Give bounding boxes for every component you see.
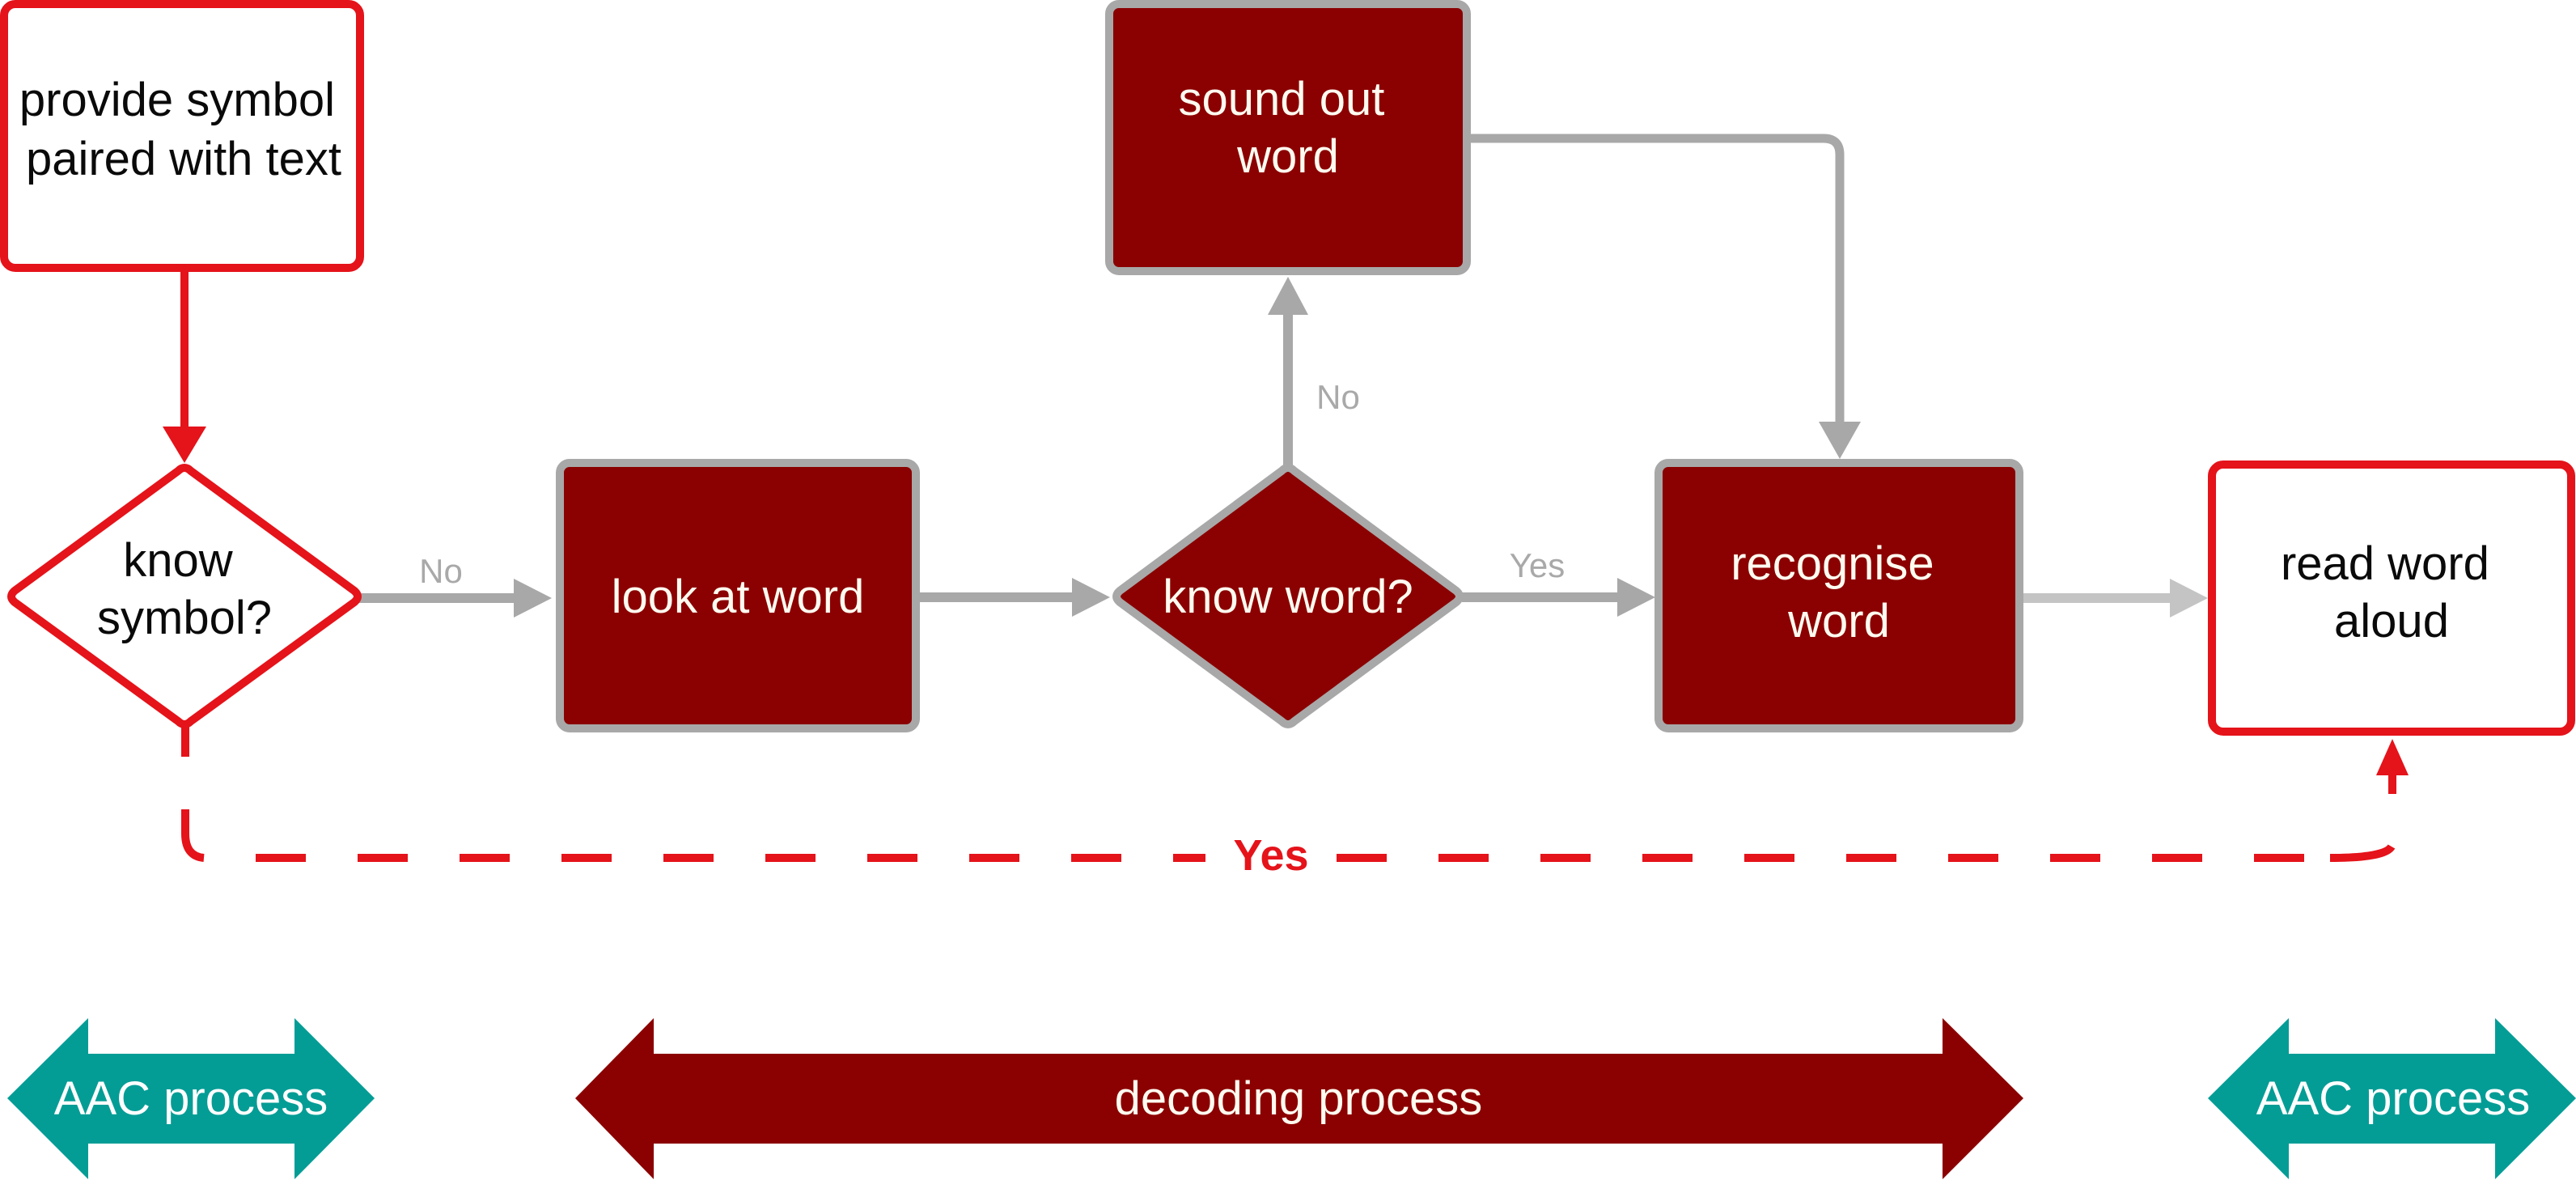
node-recognise-word[interactable]: recognise word	[1654, 459, 2023, 732]
node-label-line: know	[123, 534, 234, 587]
edge-label-yes-word: Yes	[1510, 546, 1566, 584]
node-read-word-aloud[interactable]: read word aloud	[2208, 461, 2575, 736]
node-label-line: aloud	[2334, 595, 2449, 647]
node-label-line: read word	[2281, 537, 2489, 590]
node-provide-symbol[interactable]: provide symbol paired with text	[0, 0, 364, 272]
node-label: look at word	[612, 571, 865, 623]
node-label-line: paired with text	[26, 133, 341, 185]
node-look-at-word[interactable]: look at word	[556, 459, 920, 732]
band-label: AAC process	[2256, 1072, 2530, 1125]
band-label: decoding process	[1115, 1072, 1483, 1125]
node-label-line: recognise	[1731, 537, 1934, 590]
node-sound-out-word[interactable]: sound out word	[1105, 0, 1471, 275]
node-label-line: word	[1787, 595, 1890, 647]
node-label: know word?	[1163, 571, 1413, 623]
edge-label-no-symbol: No	[419, 552, 463, 590]
node-label-line: symbol?	[97, 592, 272, 644]
band-label: AAC process	[54, 1072, 328, 1125]
edge-label-yes-symbol: Yes	[1233, 831, 1308, 880]
node-label-line: sound out	[1179, 73, 1385, 125]
edge-label-no-word: No	[1316, 378, 1360, 416]
reading-flowchart: No No Yes Yes provide symbol paired with…	[0, 0, 2576, 1180]
node-label-line: know word?	[1163, 571, 1413, 623]
node-label-line: look at word	[612, 571, 865, 623]
node-label-line: word	[1236, 130, 1339, 183]
node-label-line: provide symbol	[19, 74, 335, 126]
